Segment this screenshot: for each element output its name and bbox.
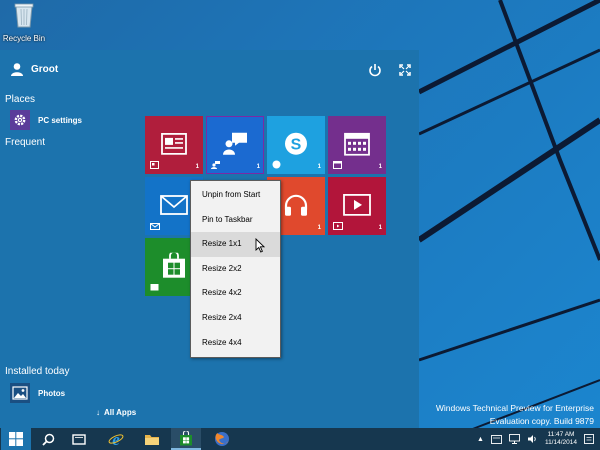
headphones-icon: [284, 194, 308, 216]
store-taskbar-button[interactable]: [171, 428, 201, 450]
skype-icon: S: [285, 132, 307, 155]
skype-small-icon: [272, 160, 281, 169]
mail-small-icon: [150, 223, 160, 230]
notification-icon[interactable]: [584, 434, 594, 444]
evaluation-watermark: Windows Technical Preview for Enterprise…: [436, 402, 594, 428]
tile-calendar[interactable]: 1: [328, 116, 386, 174]
news-small-icon: [150, 161, 159, 169]
resize-2x4-item[interactable]: Resize 2x4: [191, 306, 280, 331]
taskbar: e ▲ 11:47 AM 11/14/2014: [0, 428, 600, 450]
file-explorer-button[interactable]: [137, 428, 167, 450]
expand-icon: [399, 64, 411, 76]
calendar-icon: [344, 132, 370, 156]
svg-text:e: e: [112, 431, 120, 447]
clock[interactable]: 11:47 AM 11/14/2014: [545, 431, 577, 447]
pc-settings-label: PC settings: [38, 115, 83, 125]
photos-label: Photos: [38, 388, 66, 398]
user-name: Groot: [31, 63, 59, 75]
internet-explorer-icon: e: [108, 431, 124, 447]
windows-logo-icon: [9, 432, 23, 446]
recycle-bin-label: Recycle Bin: [2, 34, 46, 43]
arrow-down-icon: ↓: [96, 408, 100, 417]
photos-icon: [10, 383, 30, 403]
start-button[interactable]: [1, 428, 31, 450]
people-icon: [223, 132, 247, 155]
expand-button[interactable]: [397, 62, 413, 78]
all-apps-button[interactable]: ↓ All Apps: [96, 408, 136, 417]
gear-icon: [10, 110, 30, 130]
task-view-icon: [72, 433, 86, 445]
tile-badge: 1: [256, 164, 260, 170]
search-icon: [41, 433, 54, 446]
mail-icon: [160, 195, 188, 215]
tile-badge: 1: [378, 164, 382, 170]
tile-news[interactable]: 1: [145, 116, 203, 174]
all-apps-label: All Apps: [104, 408, 137, 417]
clock-time: 11:47 AM: [547, 431, 575, 438]
video-small-icon: [333, 222, 343, 230]
video-icon: [343, 193, 371, 216]
firefox-button[interactable]: [207, 428, 237, 450]
tile-badge: 1: [317, 164, 321, 170]
power-button[interactable]: [367, 62, 383, 78]
firefox-icon: [215, 432, 229, 446]
store-small-icon: [150, 284, 159, 291]
pc-settings-item[interactable]: PC settings: [10, 110, 82, 130]
resize-4x4-item[interactable]: Resize 4x4: [191, 331, 280, 356]
folder-icon: [145, 434, 159, 445]
people-small-icon: [211, 161, 220, 169]
power-icon: [369, 64, 381, 77]
resize-4x2-item[interactable]: Resize 4x2: [191, 281, 280, 306]
action-center-icon[interactable]: [490, 434, 502, 444]
clock-date: 11/14/2014: [544, 439, 577, 446]
svg-text:S: S: [291, 137, 302, 154]
unpin-from-start-item[interactable]: Unpin from Start: [191, 183, 280, 208]
tile-badge: 1: [378, 225, 382, 231]
store-icon: [163, 252, 185, 278]
tile-badge: 1: [195, 164, 199, 170]
internet-explorer-button[interactable]: e: [101, 428, 131, 450]
resize-2x2-item[interactable]: Resize 2x2: [191, 257, 280, 282]
tile-context-menu: Unpin from Start Pin to Taskbar Resize 1…: [190, 180, 281, 358]
chevron-up-icon[interactable]: ▲: [477, 436, 484, 443]
mouse-cursor-icon: [255, 238, 265, 253]
search-button[interactable]: [33, 428, 63, 450]
watermark-line-1: Windows Technical Preview for Enterprise: [435, 403, 594, 413]
pin-to-taskbar-item[interactable]: Pin to Taskbar: [191, 208, 280, 233]
tile-video[interactable]: 1: [328, 177, 386, 235]
resize-1x1-item[interactable]: Resize 1x1: [191, 232, 280, 257]
installed-today-heading: Installed today: [5, 366, 70, 377]
frequent-heading: Frequent: [5, 137, 46, 148]
recycle-bin-icon: [14, 3, 34, 28]
network-icon[interactable]: [508, 434, 520, 444]
tile-badge: 1: [317, 225, 321, 231]
user-icon: [11, 63, 23, 76]
tile-people[interactable]: 1: [206, 116, 264, 174]
user-account[interactable]: Groot: [10, 62, 58, 76]
calendar-small-icon: [333, 161, 342, 169]
store-icon: [180, 430, 192, 445]
places-heading: Places: [5, 94, 36, 105]
recycle-bin-desktop-icon[interactable]: Recycle Bin: [2, 2, 46, 43]
photos-item[interactable]: Photos: [10, 383, 65, 403]
volume-icon[interactable]: [527, 434, 538, 444]
system-tray: ▲ 11:47 AM 11/14/2014: [477, 428, 600, 450]
watermark-line-2: Evaluation copy. Build 9879: [489, 416, 594, 426]
task-view-button[interactable]: [64, 428, 94, 450]
tile-skype[interactable]: S 1: [267, 116, 325, 174]
news-icon: [161, 132, 187, 155]
